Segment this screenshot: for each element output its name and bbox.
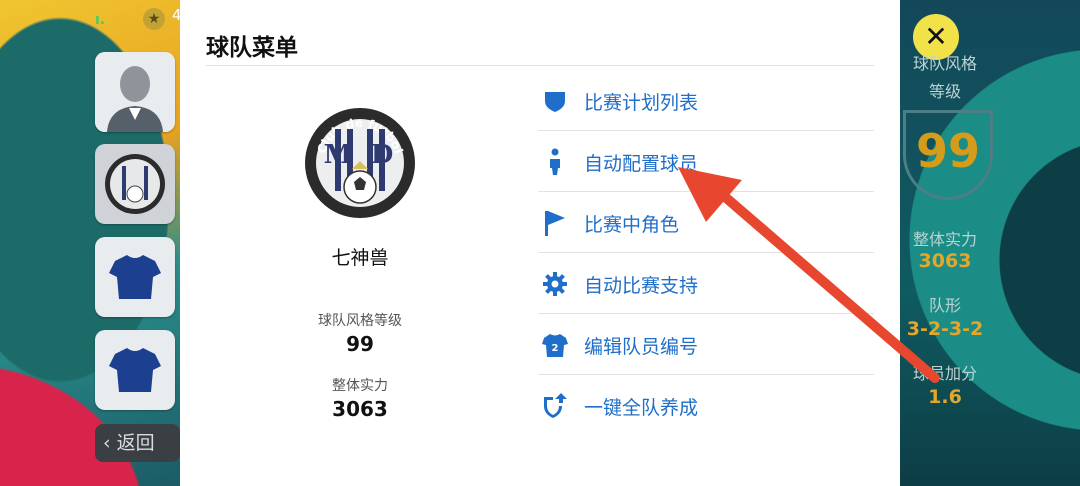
overall-strength-label: 整体实力 xyxy=(332,378,388,394)
home-kit-card[interactable] xyxy=(95,237,175,317)
shield-upgrade-icon xyxy=(538,393,572,419)
style-level-value: 99 xyxy=(346,332,374,356)
team-style-level-label: 等级 xyxy=(928,82,961,101)
close-icon: ✕ xyxy=(924,20,948,53)
menu-item-label: 比赛中角色 xyxy=(584,214,680,236)
overall-label: 整体实力 xyxy=(912,230,977,249)
team-crest-small-icon xyxy=(105,154,165,214)
menu-item-label: 自动比赛支持 xyxy=(584,275,699,297)
formation-label: 队形 xyxy=(928,296,961,315)
menu-item-auto-assign-players[interactable]: 自动配置球员 xyxy=(538,131,874,192)
back-button[interactable]: ‹ 返回 xyxy=(95,424,180,462)
team-name: 七神兽 xyxy=(331,247,389,269)
jersey-number-icon: 2 xyxy=(538,332,572,358)
jersey-icon xyxy=(109,348,161,392)
team-menu-dialog: 球队菜单 Club de futbol M D 七神兽 球队风格等级 99 整体… xyxy=(180,0,900,486)
formation-value: 3-2-3-2 xyxy=(906,318,984,340)
team-style-label: 球队风格 xyxy=(912,54,977,73)
flag-icon xyxy=(538,210,572,236)
overall-value: 3063 xyxy=(918,250,972,272)
back-label: 返回 xyxy=(116,432,155,454)
menu-item-match-plan-list[interactable]: 比赛计划列表 xyxy=(538,70,874,131)
jersey-icon xyxy=(109,255,161,299)
signal-icon: ı. xyxy=(95,12,106,28)
title-divider xyxy=(206,65,874,66)
chevron-left-icon: ‹ xyxy=(103,432,111,454)
overall-strength-value: 3063 xyxy=(332,397,388,421)
menu-item-label: 编辑队员编号 xyxy=(584,336,699,358)
manager-card[interactable] xyxy=(95,52,175,132)
team-crest: Club de futbol M D xyxy=(305,108,415,218)
player-bonus-value: 1.6 xyxy=(928,386,962,408)
crest-letter-m: M xyxy=(324,140,353,170)
team-crest-card[interactable] xyxy=(95,144,175,224)
person-icon xyxy=(538,148,572,175)
player-bonus-label: 球员加分 xyxy=(912,364,977,383)
menu-item-label: 自动配置球员 xyxy=(584,153,699,175)
menu-item-label: 比赛计划列表 xyxy=(584,92,699,114)
star-coin-icon: ★ xyxy=(143,8,165,30)
crest-letter-d: D xyxy=(371,140,394,170)
menu-item-edit-jersey-numbers[interactable]: 2 编辑队员编号 xyxy=(538,314,874,375)
away-kit-card[interactable] xyxy=(95,330,175,410)
menu-item-one-click-team-training[interactable]: 一键全队养成 xyxy=(538,375,874,436)
style-level-label: 球队风格等级 xyxy=(318,313,402,329)
manager-avatar-icon xyxy=(95,52,175,132)
menu-item-in-match-roles[interactable]: 比赛中角色 xyxy=(538,192,874,253)
menu-item-auto-match-support[interactable]: 自动比赛支持 xyxy=(538,253,874,314)
shield-icon xyxy=(538,88,572,114)
svg-text:2: 2 xyxy=(552,343,559,354)
rating-badge: 99 xyxy=(903,110,993,200)
rating-value: 99 xyxy=(915,124,980,178)
team-menu-list: 比赛计划列表 自动配置球员 比赛中角色 自动比赛支持 2 编辑队员编号 一键全队… xyxy=(538,70,874,436)
menu-item-label: 一键全队养成 xyxy=(584,397,699,419)
gear-icon xyxy=(538,271,572,297)
dialog-title: 球队菜单 xyxy=(206,35,298,61)
